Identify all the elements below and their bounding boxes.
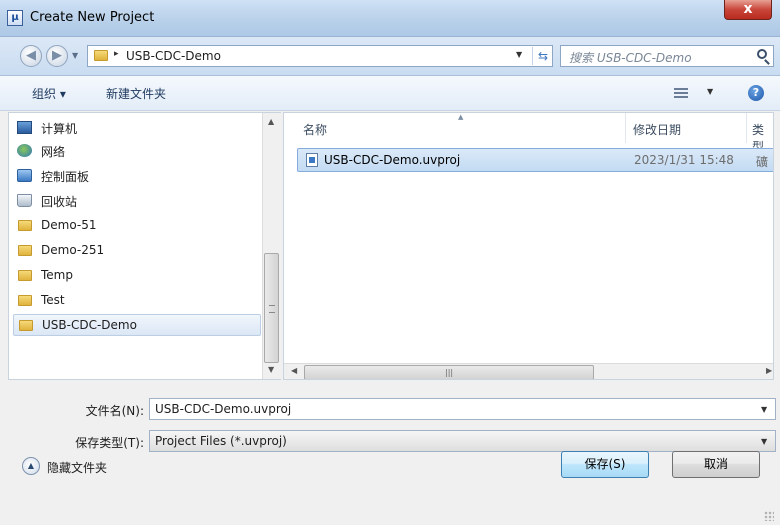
column-divider[interactable] [746, 113, 747, 143]
sort-ascending-icon: ▲ [458, 113, 464, 121]
filename-value: USB-CDC-Demo.uvproj [155, 402, 292, 416]
nav-item-control-panel[interactable]: 控制面板 [13, 165, 261, 187]
nav-item-label: Demo-251 [41, 243, 105, 257]
nav-item-label: Demo-51 [41, 218, 97, 232]
path-separator-icon[interactable]: ▸ [114, 49, 119, 59]
nav-item-demo-251[interactable]: Demo-251 [13, 240, 261, 262]
filetype-dropdown-icon[interactable]: ▼ [761, 437, 767, 446]
folder-icon [19, 320, 33, 331]
navigation-pane: 计算机 网络 控制面板 回收站 Demo-51 Demo-251 Temp Te… [8, 112, 281, 380]
filename-field[interactable]: USB-CDC-Demo.uvproj ▼ [149, 398, 776, 420]
uvproj-file-icon [306, 153, 318, 167]
file-horizontal-scrollbar[interactable]: ◀ ||| ▶ [284, 363, 773, 379]
computer-icon [17, 121, 32, 134]
grip-icon [269, 305, 275, 313]
save-button[interactable]: 保存(S) [561, 451, 649, 478]
control-panel-icon [17, 169, 32, 182]
forward-button[interactable]: ▶ [46, 45, 68, 67]
address-dropdown-icon[interactable]: ▼ [516, 50, 522, 59]
folder-icon [18, 245, 32, 256]
nav-item-label: Temp [41, 268, 73, 282]
hide-folders-label[interactable]: 隐藏文件夹 [47, 459, 107, 476]
hide-folders-toggle-icon[interactable]: ▲ [22, 457, 40, 475]
file-name: USB-CDC-Demo.uvproj [324, 153, 461, 167]
file-type: 礦 [756, 155, 769, 169]
change-view-icon[interactable] [674, 88, 688, 98]
filetype-label: 保存类型(T): [75, 436, 144, 450]
recent-locations-dropdown-icon[interactable]: ▼ [72, 51, 78, 60]
address-bar[interactable]: ▸ USB-CDC-Demo ▼ ⇆ [87, 45, 553, 67]
filename-label: 文件名(N): [85, 404, 144, 418]
close-button[interactable]: x [724, 0, 772, 20]
nav-item-computer[interactable]: 计算机 [13, 117, 261, 139]
nav-item-label: 回收站 [41, 195, 78, 209]
help-icon[interactable]: ? [748, 85, 764, 101]
title-bar[interactable]: μ Create New Project x [0, 0, 780, 37]
refresh-icon[interactable]: ⇆ [532, 47, 553, 65]
folder-icon [18, 270, 32, 281]
search-placeholder: 搜索 USB-CDC-Demo [569, 51, 692, 65]
scrollbar-thumb[interactable]: ||| [304, 365, 594, 379]
file-row[interactable]: USB-CDC-Demo.uvproj 2023/1/31 15:48 礦 [297, 148, 773, 172]
nav-item-label: 计算机 [41, 122, 78, 136]
app-icon: μ [7, 10, 23, 26]
scroll-right-icon[interactable]: ▶ [766, 366, 772, 375]
new-folder-button[interactable]: 新建文件夹 [106, 85, 166, 102]
organize-menu[interactable]: 组织 ▾ [32, 85, 66, 102]
nav-item-label: 控制面板 [41, 170, 90, 184]
filetype-value: Project Files (*.uvproj) [155, 434, 287, 448]
back-button[interactable]: ◀ [20, 45, 42, 67]
scroll-left-icon[interactable]: ◀ [291, 366, 297, 375]
nav-item-usb-cdc-demo[interactable]: USB-CDC-Demo [13, 314, 261, 336]
scrollbar-thumb[interactable] [264, 253, 279, 363]
nav-vertical-scrollbar[interactable]: ▲ ▼ [262, 113, 281, 379]
address-path[interactable]: USB-CDC-Demo [126, 49, 221, 63]
nav-item-test[interactable]: Test [13, 290, 261, 312]
grip-icon: ||| [445, 368, 454, 377]
nav-item-recycle-bin[interactable]: 回收站 [13, 190, 261, 212]
network-icon [17, 144, 32, 157]
folder-icon [94, 50, 108, 61]
nav-item-label: USB-CDC-Demo [42, 318, 137, 332]
filename-dropdown-icon[interactable]: ▼ [761, 405, 767, 414]
resize-grip-icon[interactable] [764, 511, 774, 521]
nav-item-label: Test [41, 293, 65, 307]
filetype-select[interactable]: Project Files (*.uvproj) ▼ [149, 430, 776, 452]
file-list: ▲ 名称 修改日期 类型 USB-CDC-Demo.uvproj 2023/1/… [283, 112, 774, 380]
folder-icon [18, 220, 32, 231]
search-icon[interactable] [757, 49, 767, 59]
window-title: Create New Project [30, 10, 155, 25]
cancel-button[interactable]: 取消 [672, 451, 760, 478]
scroll-down-icon[interactable]: ▼ [268, 365, 274, 374]
create-project-dialog: μ Create New Project x ◀ ▶ ▼ ▸ USB-CDC-D… [0, 0, 780, 525]
nav-item-network[interactable]: 网络 [13, 140, 261, 162]
column-header-name[interactable]: 名称 [303, 121, 327, 138]
address-row: ◀ ▶ ▼ ▸ USB-CDC-Demo ▼ ⇆ 搜索 USB-CDC-Demo [0, 37, 780, 76]
scroll-up-icon[interactable]: ▲ [268, 117, 274, 126]
recycle-bin-icon [17, 194, 32, 207]
column-header-modified[interactable]: 修改日期 [633, 121, 681, 138]
command-toolbar: 组织 ▾ 新建文件夹 ▼ ? [0, 76, 780, 111]
folder-icon [18, 295, 32, 306]
view-dropdown-icon[interactable]: ▼ [707, 87, 713, 96]
nav-item-demo-51[interactable]: Demo-51 [13, 215, 261, 237]
nav-item-label: 网络 [41, 145, 66, 159]
column-divider[interactable] [625, 113, 626, 143]
file-modified: 2023/1/31 15:48 [634, 153, 734, 167]
search-input[interactable]: 搜索 USB-CDC-Demo [560, 45, 774, 67]
nav-item-temp[interactable]: Temp [13, 265, 261, 287]
